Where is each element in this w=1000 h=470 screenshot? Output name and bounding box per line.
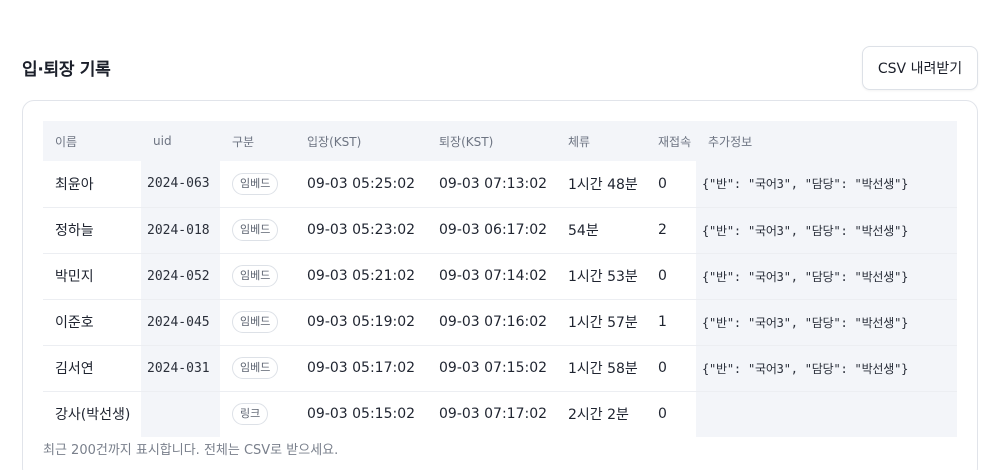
cell-reconnect: 2 [658, 222, 667, 238]
cell-exit: 09-03 07:15:02 [439, 360, 548, 376]
cell-type: 임베드 [220, 161, 295, 207]
table-row: 정하늘 2024-018 임베드 09-03 05:23:02 09-03 06… [43, 207, 957, 253]
table-row: 김서연 2024-031 임베드 09-03 05:17:02 09-03 07… [43, 345, 957, 391]
cell-type: 임베드 [220, 253, 295, 299]
cell-extra: {"반": "국어3", "담당": "박선생"} [696, 207, 957, 253]
cell-reconnect: 0 [658, 406, 667, 423]
table-row: 강사(박선생) 링크 09-03 05:15:02 09-03 07:17:02… [43, 391, 957, 437]
column-header-exit: 퇴장(KST) [439, 134, 494, 149]
cell-extra: {"반": "국어3", "담당": "박선생"} [696, 299, 957, 345]
column-header-uid: uid [153, 134, 172, 148]
table-header-row: 이름 uid 구분 입장(KST) 퇴장(KST) 체류 재접속 추가정보 [43, 121, 957, 161]
table-footnote: 최근 200건까지 표시합니다. 전체는 CSV로 받으세요. [43, 443, 339, 458]
cell-enter: 09-03 05:23:02 [307, 222, 416, 238]
cell-reconnect: 1 [658, 314, 667, 330]
cell-extra [696, 391, 957, 437]
column-header-reconnect: 재접속 [658, 134, 692, 149]
type-badge: 임베드 [232, 265, 279, 287]
table-row: 최윤아 2024-063 임베드 09-03 05:25:02 09-03 07… [43, 161, 957, 207]
cell-exit: 09-03 07:16:02 [439, 314, 548, 330]
cell-type: 링크 [220, 391, 295, 437]
cell-name: 이준호 [55, 315, 94, 331]
cell-stay: 54분 [568, 223, 599, 239]
cell-stay: 1시간 53분 [568, 269, 638, 285]
cell-uid: 2024-052 [141, 253, 220, 299]
cell-enter: 09-03 05:19:02 [307, 314, 416, 330]
cell-name: 강사(박선생) [55, 407, 131, 424]
column-header-type: 구분 [232, 134, 255, 149]
cell-type: 임베드 [220, 345, 295, 391]
column-header-enter: 입장(KST) [307, 134, 362, 149]
type-badge: 임베드 [232, 311, 279, 333]
type-badge: 임베드 [232, 219, 279, 241]
cell-exit: 09-03 07:14:02 [439, 268, 548, 284]
cell-enter: 09-03 05:25:02 [307, 175, 416, 192]
cell-uid: 2024-045 [141, 299, 220, 345]
cell-enter: 09-03 05:17:02 [307, 360, 416, 376]
type-badge: 임베드 [232, 357, 279, 379]
column-header-stay: 체류 [568, 134, 591, 149]
cell-type: 임베드 [220, 207, 295, 253]
csv-download-button[interactable]: CSV 내려받기 [862, 46, 978, 90]
cell-exit: 09-03 06:17:02 [439, 222, 548, 238]
cell-uid: 2024-031 [141, 345, 220, 391]
cell-name: 최윤아 [55, 176, 94, 193]
cell-stay: 2시간 2분 [568, 407, 629, 424]
cell-extra: {"반": "국어3", "담당": "박선생"} [696, 161, 957, 207]
cell-reconnect: 0 [658, 175, 667, 192]
cell-name: 박민지 [55, 269, 94, 285]
type-badge: 링크 [232, 403, 269, 426]
type-badge: 임베드 [232, 172, 279, 195]
page-title: 입·퇴장 기록 [22, 60, 111, 80]
cell-uid: 2024-063 [141, 161, 220, 207]
cell-uid: 2024-018 [141, 207, 220, 253]
cell-name: 김서연 [55, 361, 94, 377]
cell-exit: 09-03 07:17:02 [439, 406, 548, 423]
cell-extra: {"반": "국어3", "담당": "박선생"} [696, 253, 957, 299]
cell-reconnect: 0 [658, 360, 667, 376]
cell-reconnect: 0 [658, 268, 667, 284]
cell-stay: 1시간 58분 [568, 361, 638, 377]
cell-extra: {"반": "국어3", "담당": "박선생"} [696, 345, 957, 391]
cell-uid [141, 391, 220, 437]
cell-stay: 1시간 57분 [568, 315, 638, 331]
column-header-name: 이름 [55, 134, 78, 149]
cell-name: 정하늘 [55, 223, 94, 239]
cell-enter: 09-03 05:15:02 [307, 406, 416, 423]
cell-type: 임베드 [220, 299, 295, 345]
table-row: 박민지 2024-052 임베드 09-03 05:21:02 09-03 07… [43, 253, 957, 299]
column-header-extra: 추가정보 [708, 134, 753, 149]
table-row: 이준호 2024-045 임베드 09-03 05:19:02 09-03 07… [43, 299, 957, 345]
records-table: 이름 uid 구분 입장(KST) 퇴장(KST) 체류 재접속 추가정보 최윤… [43, 121, 957, 437]
cell-enter: 09-03 05:21:02 [307, 268, 416, 284]
cell-exit: 09-03 07:13:02 [439, 175, 548, 192]
records-card: 이름 uid 구분 입장(KST) 퇴장(KST) 체류 재접속 추가정보 최윤… [22, 100, 978, 470]
cell-stay: 1시간 48분 [568, 176, 638, 193]
